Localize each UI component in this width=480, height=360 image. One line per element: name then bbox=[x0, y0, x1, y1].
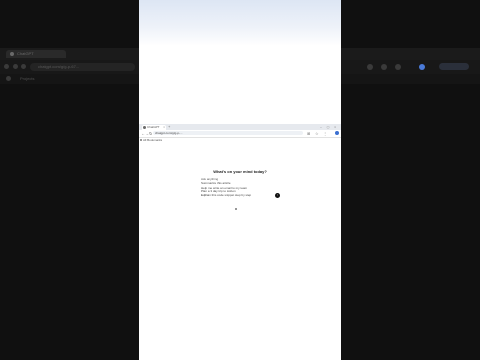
background-extension-icon bbox=[367, 64, 373, 70]
background-bookmarks-bar: Projects bbox=[0, 74, 139, 84]
frame-top-gradient bbox=[139, 0, 341, 46]
scroll-indicator bbox=[235, 208, 237, 210]
background-bookmark-label: Projects bbox=[20, 76, 35, 81]
bookmark-folder-icon bbox=[140, 139, 142, 141]
background-star-icon bbox=[381, 64, 387, 70]
background-back-icon bbox=[4, 64, 9, 69]
background-bookmarks-bar-right bbox=[341, 74, 480, 84]
star-icon[interactable]: ☆ bbox=[315, 131, 319, 136]
arrow-up-icon: ↑ bbox=[276, 193, 279, 197]
background-tab: ChatGPT bbox=[6, 50, 66, 58]
right-background-pillar bbox=[341, 0, 480, 360]
video-frame: ChatGPT × + – ▢ × ← → ↻ chatgpt.com/g/g-… bbox=[139, 0, 341, 360]
suggestion-list: Summarize this article Help me write an … bbox=[201, 181, 251, 198]
background-url-field: chatgpt.com/g/g-p-67... bbox=[30, 63, 135, 71]
navigation-bar: ← → ↻ chatgpt.com/g/g-p-... ⊞ ☆ ⋮ bbox=[139, 130, 341, 138]
background-update-pill bbox=[439, 63, 469, 70]
background-tab-bar-right bbox=[341, 48, 480, 60]
background-url-text: chatgpt.com/g/g-p-67... bbox=[38, 64, 80, 69]
background-tab-label: ChatGPT bbox=[17, 51, 34, 56]
address-bar[interactable]: chatgpt.com/g/g-p-... bbox=[153, 131, 303, 135]
background-forward-icon bbox=[13, 64, 18, 69]
menu-icon[interactable]: ⋮ bbox=[323, 131, 327, 136]
background-tab-favicon-icon bbox=[10, 52, 14, 56]
background-reload-icon bbox=[21, 64, 26, 69]
left-background-pillar: ChatGPT chatgpt.com/g/g-p-67... Projects bbox=[0, 0, 139, 360]
bookmark-item[interactable]: All Bookmarks bbox=[143, 138, 162, 143]
background-download-icon bbox=[395, 64, 401, 70]
extensions-icon[interactable]: ⊞ bbox=[307, 131, 310, 136]
chatgpt-favicon-icon bbox=[143, 126, 146, 129]
address-bar-url: chatgpt.com/g/g-p-... bbox=[155, 131, 183, 135]
background-url-bar: chatgpt.com/g/g-p-67... bbox=[0, 60, 139, 74]
suggestion-item[interactable]: Explain this code snippet step by step bbox=[201, 193, 251, 198]
page-title: What's on your mind today? bbox=[213, 169, 267, 174]
reload-icon[interactable]: ↻ bbox=[149, 131, 152, 136]
profile-avatar[interactable] bbox=[335, 131, 339, 135]
attach-and-tools-icons[interactable]: + ⚙ bbox=[201, 193, 206, 197]
background-bookmark-icon bbox=[6, 76, 11, 81]
background-url-bar-right bbox=[341, 60, 480, 74]
suggestion-item[interactable]: Summarize this article bbox=[201, 181, 251, 186]
bookmarks-bar: All Bookmarks bbox=[139, 138, 341, 143]
browser-window: ChatGPT × + – ▢ × ← → ↻ chatgpt.com/g/g-… bbox=[139, 124, 341, 360]
background-tab-bar: ChatGPT bbox=[0, 48, 139, 60]
background-profile-icon bbox=[419, 64, 425, 70]
send-button[interactable]: ↑ bbox=[275, 193, 280, 198]
